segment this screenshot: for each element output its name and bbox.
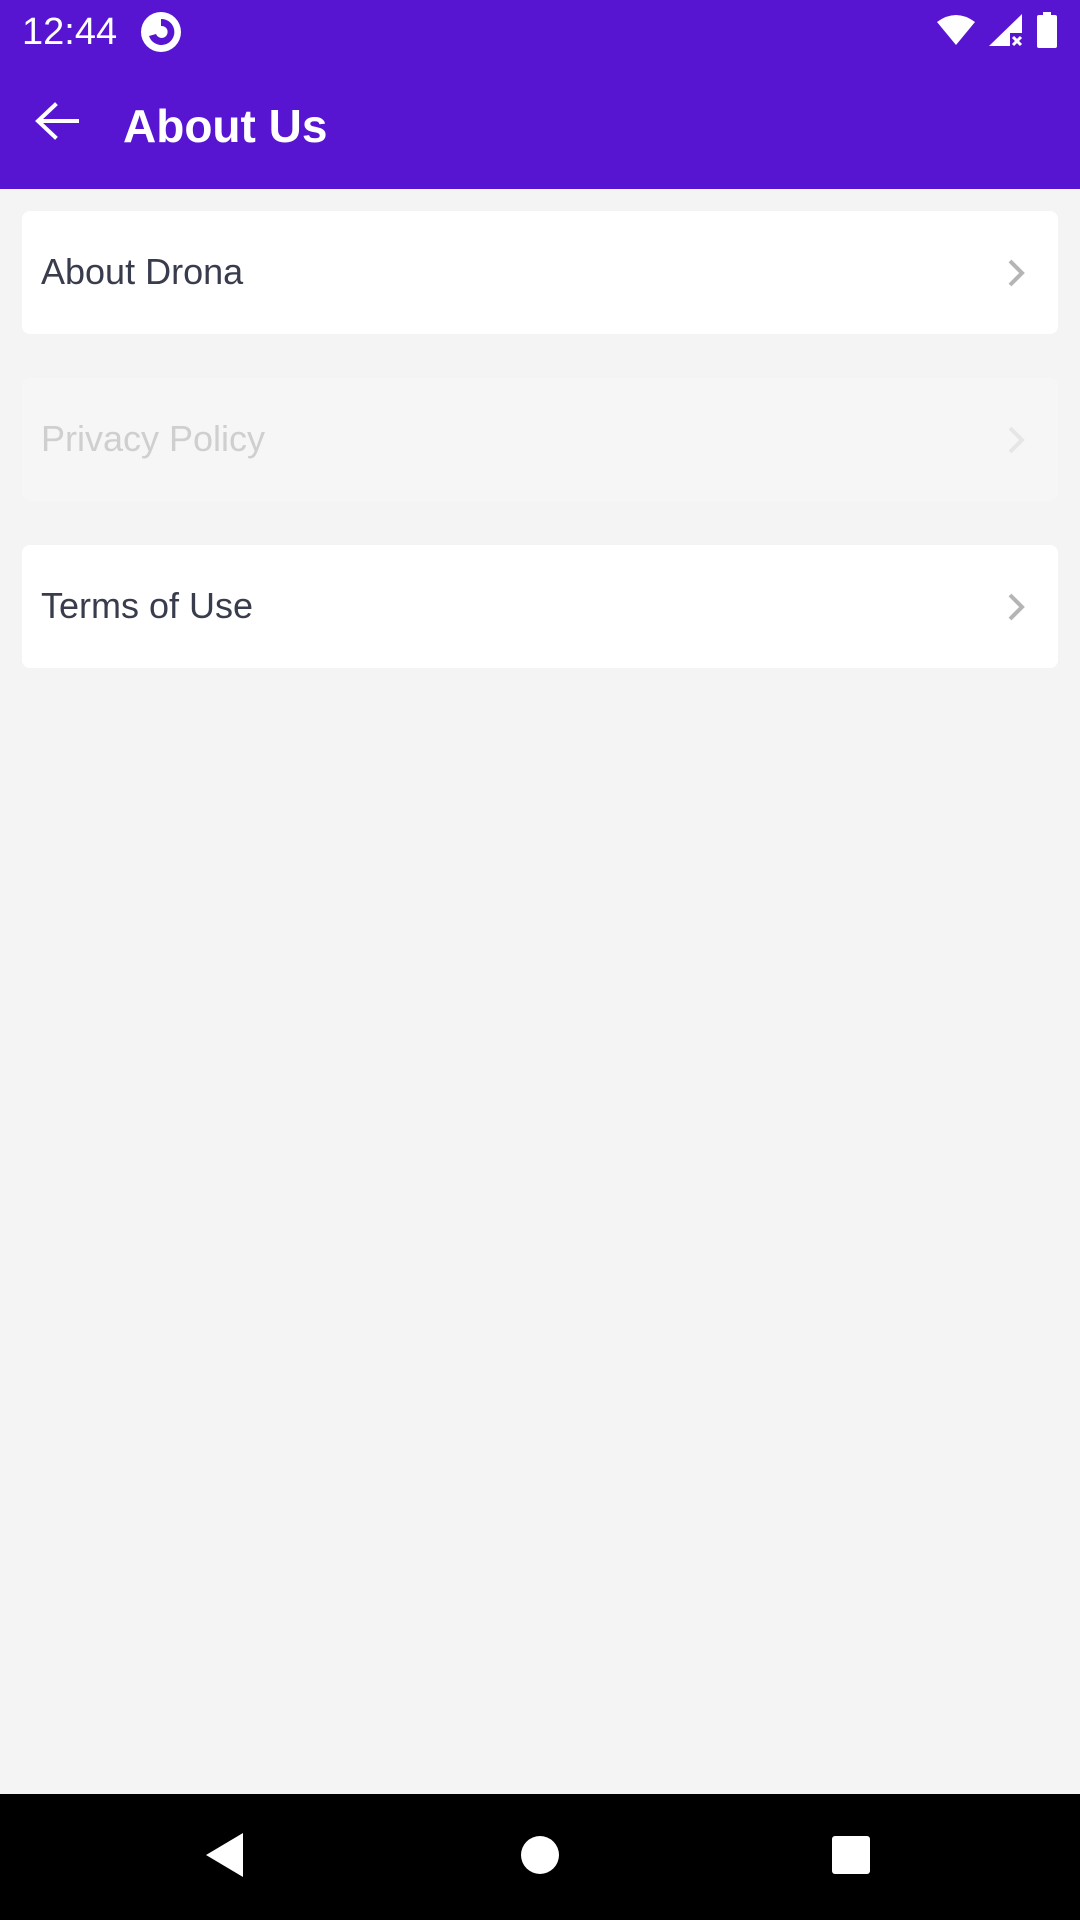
arrow-left-icon xyxy=(33,101,81,146)
recents-square-icon xyxy=(831,1835,871,1880)
back-triangle-icon xyxy=(203,1831,247,1884)
nav-home-button[interactable] xyxy=(505,1822,575,1892)
menu-list: About Drona Privacy Policy Terms of Use xyxy=(22,211,1058,712)
chevron-right-icon xyxy=(996,253,1036,293)
toolbar: About Us xyxy=(0,64,1080,189)
menu-item-label: Privacy Policy xyxy=(41,418,266,459)
battery-icon xyxy=(1036,11,1058,53)
wifi-icon xyxy=(936,14,976,51)
menu-item-privacy-policy: Privacy Policy xyxy=(22,378,1058,501)
app-header: 12:44 About Us xyxy=(0,0,1080,189)
home-circle-icon xyxy=(520,1835,560,1880)
menu-item-label: Terms of Use xyxy=(41,585,254,626)
menu-item-about-drona[interactable]: About Drona xyxy=(22,211,1058,334)
system-nav-bar xyxy=(0,1794,1080,1920)
chevron-right-icon xyxy=(996,587,1036,627)
app-notification-icon xyxy=(139,10,183,54)
status-time: 12:44 xyxy=(22,11,118,53)
menu-item-terms-of-use[interactable]: Terms of Use xyxy=(22,545,1058,668)
status-bar: 12:44 xyxy=(0,0,1080,64)
chevron-right-icon xyxy=(996,420,1036,460)
nav-back-button[interactable] xyxy=(190,1822,260,1892)
signal-no-data-icon xyxy=(988,13,1024,52)
menu-item-label: About Drona xyxy=(41,251,244,292)
page-title: About Us xyxy=(123,100,328,152)
status-icons xyxy=(936,10,1058,54)
nav-recents-button[interactable] xyxy=(816,1822,886,1892)
back-button[interactable] xyxy=(22,88,92,158)
